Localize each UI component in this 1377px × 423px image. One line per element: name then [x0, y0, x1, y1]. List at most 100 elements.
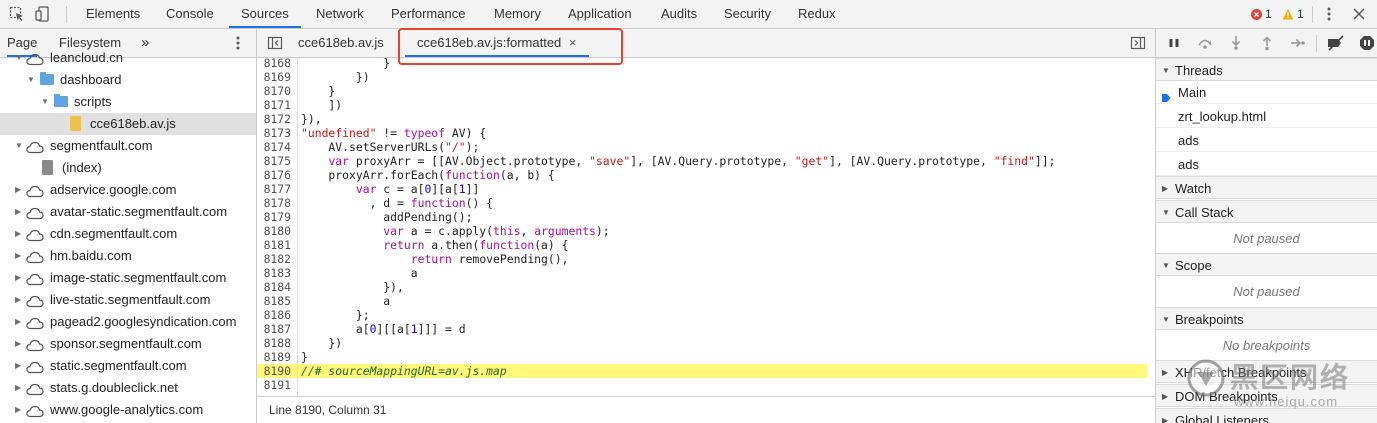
- collapsed-triangle-icon[interactable]: ▶: [15, 333, 21, 355]
- line-number[interactable]: 8168: [257, 58, 291, 70]
- collapsed-triangle-icon[interactable]: ▶: [15, 223, 21, 245]
- watch-section-header[interactable]: ▶ Watch: [1156, 176, 1377, 199]
- step-into-icon[interactable]: [1228, 35, 1244, 51]
- expanded-triangle-icon[interactable]: ▼: [15, 47, 23, 69]
- callstack-section-header[interactable]: ▼ Call Stack: [1156, 200, 1377, 223]
- line-number[interactable]: 8169: [257, 70, 291, 84]
- tab-security[interactable]: Security: [712, 0, 783, 28]
- line-number[interactable]: 8188: [257, 336, 291, 350]
- line-number[interactable]: 8186: [257, 308, 291, 322]
- line-number[interactable]: 8180: [257, 224, 291, 238]
- collapsed-triangle-icon[interactable]: ▶: [15, 377, 21, 399]
- collapsed-triangle-icon[interactable]: ▶: [15, 289, 21, 311]
- line-number[interactable]: 8183: [257, 266, 291, 280]
- step-icon[interactable]: [1290, 35, 1306, 51]
- expanded-triangle-icon[interactable]: ▼: [15, 135, 23, 157]
- tab-network[interactable]: Network: [304, 0, 376, 28]
- tree-item[interactable]: ▶ live-static.segmentfault.com: [0, 289, 256, 311]
- step-out-icon[interactable]: [1259, 35, 1275, 51]
- expanded-triangle-icon[interactable]: ▼: [27, 69, 35, 91]
- tab-performance[interactable]: Performance: [379, 0, 477, 28]
- device-toolbar-icon[interactable]: [35, 6, 51, 22]
- threads-section-header[interactable]: ▼ Threads: [1156, 58, 1377, 81]
- watermark-logo-icon: [1187, 359, 1225, 397]
- pause-on-exceptions-icon[interactable]: [1359, 35, 1375, 51]
- editor-tab-original[interactable]: cce618eb.av.js: [298, 29, 384, 57]
- tab-redux[interactable]: Redux: [786, 0, 848, 28]
- tree-item[interactable]: ▼ segmentfault.com: [0, 135, 256, 157]
- thread-item[interactable]: Main: [1156, 81, 1377, 104]
- line-number[interactable]: 8172: [257, 112, 291, 126]
- collapsed-triangle-icon[interactable]: ▶: [15, 355, 21, 377]
- tree-item[interactable]: (index): [0, 157, 256, 179]
- line-number[interactable]: 8190: [257, 364, 291, 378]
- line-number[interactable]: 8187: [257, 322, 291, 336]
- warning-counter[interactable]: 1: [1282, 7, 1304, 21]
- breakpoints-section-header[interactable]: ▼ Breakpoints: [1156, 307, 1377, 330]
- line-number[interactable]: 8178: [257, 196, 291, 210]
- tab-memory[interactable]: Memory: [482, 0, 553, 28]
- line-number[interactable]: 8176: [257, 168, 291, 182]
- tree-item-label: pagead2.googlesyndication.com: [50, 314, 237, 329]
- collapsed-triangle-icon[interactable]: ▶: [15, 179, 21, 201]
- line-number[interactable]: 8184: [257, 280, 291, 294]
- tree-item[interactable]: ▼ dashboard: [0, 69, 256, 91]
- line-number[interactable]: 8182: [257, 252, 291, 266]
- code-line: 8189}: [257, 350, 1147, 364]
- tab-console[interactable]: Console: [154, 0, 226, 28]
- tree-item[interactable]: ▶ hm.baidu.com: [0, 245, 256, 267]
- line-number[interactable]: 8177: [257, 182, 291, 196]
- line-number[interactable]: 8174: [257, 140, 291, 154]
- line-number[interactable]: 8185: [257, 294, 291, 308]
- tree-item[interactable]: ▶ sponsor.segmentfault.com: [0, 333, 256, 355]
- deactivate-breakpoints-icon[interactable]: [1327, 35, 1344, 51]
- thread-item[interactable]: ads: [1156, 153, 1377, 176]
- line-number[interactable]: 8181: [257, 238, 291, 252]
- callstack-not-paused: Not paused: [1233, 231, 1300, 246]
- cloud-icon: [26, 403, 44, 423]
- thread-item[interactable]: ads: [1156, 129, 1377, 152]
- toggle-debugger-icon[interactable]: [1130, 35, 1146, 51]
- line-number[interactable]: 8189: [257, 350, 291, 364]
- tree-item[interactable]: ▼ scripts: [0, 91, 256, 113]
- pause-icon[interactable]: [1166, 35, 1182, 51]
- collapsed-triangle-icon[interactable]: ▶: [15, 399, 21, 421]
- line-number[interactable]: 8175: [257, 154, 291, 168]
- collapsed-triangle-icon[interactable]: ▶: [15, 201, 21, 223]
- tree-item[interactable]: ▶ static.segmentfault.com: [0, 355, 256, 377]
- tree-item[interactable]: ▶ cdn.segmentfault.com: [0, 223, 256, 245]
- expanded-triangle-icon[interactable]: ▼: [41, 91, 49, 113]
- tab-application[interactable]: Application: [556, 0, 644, 28]
- tab-audits[interactable]: Audits: [649, 0, 709, 28]
- tab-sources[interactable]: Sources: [229, 0, 301, 28]
- step-over-icon[interactable]: [1197, 35, 1213, 51]
- code-view[interactable]: 8168 } 8169 }) 8170 } 8171 ]) 8172}), 8173 "un…: [257, 58, 1155, 396]
- line-number[interactable]: 8173: [257, 126, 291, 140]
- inspect-element-icon[interactable]: [9, 6, 25, 22]
- scope-section-header[interactable]: ▼ Scope: [1156, 253, 1377, 276]
- tree-item[interactable]: ▼ leancloud.cn: [0, 47, 256, 69]
- tree-item[interactable]: ▶ image-static.segmentfault.com: [0, 267, 256, 289]
- line-number[interactable]: 8170: [257, 84, 291, 98]
- tree-item[interactable]: ▶ pagead2.googlesyndication.com: [0, 311, 256, 333]
- close-devtools-icon[interactable]: [1351, 6, 1367, 22]
- line-number[interactable]: 8171: [257, 98, 291, 112]
- line-number[interactable]: 8179: [257, 210, 291, 224]
- tree-item[interactable]: ▶ adservice.google.com: [0, 179, 256, 201]
- error-counter[interactable]: 1: [1251, 7, 1272, 21]
- expanded-triangle-icon: ▼: [1162, 315, 1170, 324]
- tree-item[interactable]: cce618eb.av.js: [0, 113, 256, 135]
- tab-elements[interactable]: Elements: [74, 0, 152, 28]
- tree-item[interactable]: ▶ www.google-analytics.com: [0, 399, 256, 421]
- toggle-navigator-icon[interactable]: [267, 35, 283, 51]
- collapsed-triangle-icon[interactable]: ▶: [15, 311, 21, 333]
- thread-item[interactable]: zrt_lookup.html: [1156, 105, 1377, 128]
- line-number[interactable]: 8191: [257, 378, 291, 392]
- breakpoints-title: Breakpoints: [1175, 312, 1244, 327]
- collapsed-triangle-icon[interactable]: ▶: [15, 245, 21, 267]
- code-line: 8190 //# sourceMappingURL=av.js.map: [257, 364, 1147, 378]
- collapsed-triangle-icon[interactable]: ▶: [15, 267, 21, 289]
- tree-item[interactable]: ▶ avatar-static.segmentfault.com: [0, 201, 256, 223]
- tree-item[interactable]: ▶ stats.g.doubleclick.net: [0, 377, 256, 399]
- more-options-icon[interactable]: [1321, 6, 1337, 22]
